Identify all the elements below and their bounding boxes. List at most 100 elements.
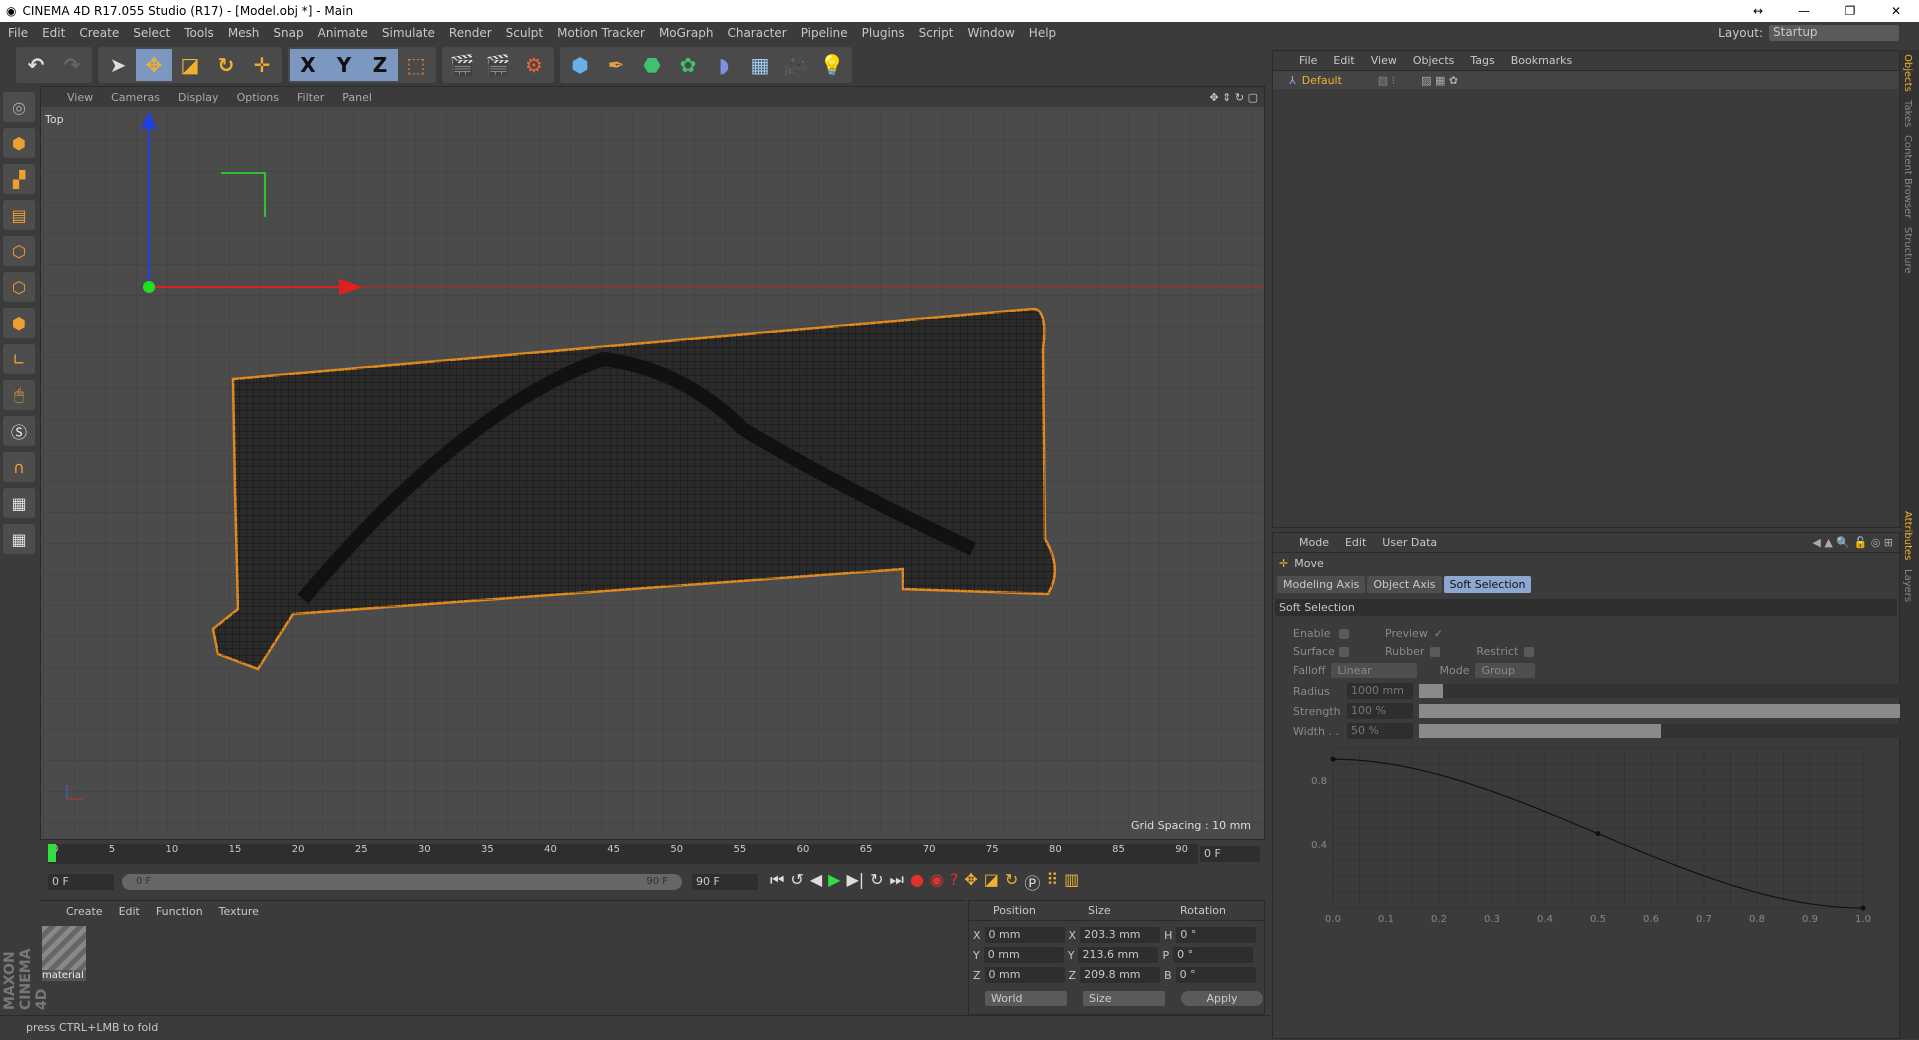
rotation-field[interactable]: 0 ° [1175, 967, 1256, 983]
origin-handle[interactable] [143, 281, 155, 293]
curve-point[interactable] [1595, 831, 1601, 837]
keyframe-selection-icon[interactable]: ? [950, 870, 959, 894]
workplane-icon[interactable]: ▤ [3, 200, 35, 230]
render-picture-viewer-icon[interactable]: 🎬 [480, 49, 516, 81]
close-button[interactable]: ✕ [1873, 0, 1919, 22]
obj-menu-view[interactable]: View [1371, 54, 1397, 67]
tab-attributes[interactable]: Attributes [1900, 507, 1915, 564]
mat-menu-function[interactable]: Function [156, 905, 203, 918]
surface-checkbox[interactable] [1339, 646, 1349, 657]
menu-motion-tracker[interactable]: Motion Tracker [557, 26, 645, 40]
texture-mode-icon[interactable]: ▞ [3, 164, 35, 194]
coordinate-system-icon[interactable]: ⬚ [398, 49, 434, 81]
undo-icon[interactable]: ↶ [18, 49, 54, 81]
model-mode-icon[interactable]: ⬢ [3, 128, 35, 158]
strength-field[interactable]: 100 % [1347, 703, 1413, 719]
tab-layers[interactable]: Layers [1900, 565, 1915, 606]
points-mode-icon[interactable]: ⬡ [3, 236, 35, 266]
x-axis-lock[interactable]: X [290, 49, 326, 81]
falloff-dropdown[interactable]: Linear [1331, 663, 1418, 678]
enable-checkbox[interactable] [1339, 628, 1349, 639]
tab-object-axis[interactable]: Object Axis [1367, 576, 1442, 593]
loop-icon[interactable]: ↻ [870, 870, 883, 894]
pen-icon[interactable]: ✒ [598, 49, 634, 81]
menu-tools[interactable]: Tools [184, 26, 214, 40]
menu-pipeline[interactable]: Pipeline [801, 26, 848, 40]
magnet-icon[interactable]: ∩ [3, 452, 35, 482]
play-icon[interactable]: ▶ [828, 870, 840, 894]
obj-menu-edit[interactable]: Edit [1333, 54, 1354, 67]
width-field[interactable]: 50 % [1347, 723, 1413, 739]
viewport-canvas[interactable]: Top Grid Spacing : 10 mm [43, 109, 1263, 837]
lock-workplane-icon[interactable]: ▦ [3, 488, 35, 518]
prev-key-icon[interactable]: ↺ [790, 870, 803, 894]
material-swatch[interactable]: material [42, 926, 86, 986]
timeline-ruler[interactable]: 051015202530354045505560657075808590 [48, 844, 1198, 864]
tab-modeling-axis[interactable]: Modeling Axis [1277, 576, 1366, 593]
menu-sculpt[interactable]: Sculpt [506, 26, 543, 40]
make-editable-icon[interactable]: ◎ [3, 92, 35, 122]
tab-soft-selection[interactable]: Soft Selection [1443, 576, 1532, 593]
y-axis-lock[interactable]: Y [326, 49, 362, 81]
light-icon[interactable]: 💡 [814, 49, 850, 81]
current-frame-field[interactable]: 0 F [1200, 846, 1260, 862]
menu-mograph[interactable]: MoGraph [659, 26, 714, 40]
curve-point[interactable] [1860, 905, 1866, 911]
timeline-window-icon[interactable]: ▥ [1064, 870, 1079, 894]
obj-menu-bookmarks[interactable]: Bookmarks [1511, 54, 1572, 67]
tab-structure[interactable]: Structure [1900, 223, 1915, 278]
menu-window[interactable]: Window [967, 26, 1014, 40]
menu-snap[interactable]: Snap [273, 26, 303, 40]
vp-menu-view[interactable]: View [67, 91, 93, 104]
recent-tool-icon[interactable]: ✛ [244, 49, 280, 81]
polygons-mode-icon[interactable]: ⬢ [3, 308, 35, 338]
position-field[interactable]: 0 mm [983, 947, 1064, 963]
end-frame-field[interactable]: 90 F [692, 874, 758, 890]
redo-icon[interactable]: ↷ [54, 49, 90, 81]
size-mode-dropdown[interactable]: Size [1083, 991, 1165, 1006]
mat-menu-edit[interactable]: Edit [119, 905, 140, 918]
size-field[interactable]: 213.6 mm [1078, 947, 1159, 963]
attr-menu-edit[interactable]: Edit [1345, 536, 1366, 549]
radius-field[interactable]: 1000 mm [1347, 683, 1413, 699]
menu-render[interactable]: Render [449, 26, 492, 40]
texture-tag-icon[interactable]: ▨ ▦ ✿ [1421, 74, 1458, 87]
tweak-icon[interactable]: 🖱 [3, 380, 35, 410]
menu-mesh[interactable]: Mesh [228, 26, 260, 40]
menu-animate[interactable]: Animate [318, 26, 368, 40]
obj-menu-objects[interactable]: Objects [1413, 54, 1455, 67]
obj-menu-file[interactable]: File [1299, 54, 1317, 67]
obj-menu-tags[interactable]: Tags [1470, 54, 1494, 67]
prev-frame-icon[interactable]: ◀ [810, 870, 822, 894]
menu-simulate[interactable]: Simulate [382, 26, 435, 40]
go-end-icon[interactable]: ⏭ [890, 870, 904, 894]
size-field[interactable]: 203.3 mm [1080, 927, 1161, 943]
scale-tool-icon[interactable]: ◪ [172, 49, 208, 81]
edges-mode-icon[interactable]: ⬡ [3, 272, 35, 302]
minimize-button[interactable]: — [1781, 0, 1827, 22]
width-slider[interactable] [1419, 724, 1903, 738]
visibility-icon[interactable]: ▨ ⁝ [1378, 74, 1395, 87]
playhead[interactable] [48, 844, 56, 862]
tab-objects[interactable]: Objects [1900, 50, 1915, 96]
record-icon[interactable]: ● [910, 870, 924, 894]
key-pla-icon[interactable]: ⠿ [1046, 870, 1058, 894]
vp-menu-cameras[interactable]: Cameras [111, 91, 160, 104]
cube-icon[interactable]: ⬢ [562, 49, 598, 81]
go-start-icon[interactable]: ⏮ [770, 870, 784, 894]
menu-create[interactable]: Create [79, 26, 119, 40]
menu-file[interactable]: File [8, 26, 28, 40]
position-field[interactable]: 0 mm [984, 967, 1065, 983]
array-icon[interactable]: ✿ [670, 49, 706, 81]
attr-nav-icons[interactable]: ◀ ▲ 🔍 🔓 ◎ ⊞ [1812, 536, 1893, 549]
mode-dropdown[interactable]: Group [1475, 663, 1536, 678]
planar-workplane-icon[interactable]: ▦ [3, 524, 35, 554]
move-tool-icon[interactable]: ✥ [136, 49, 172, 81]
floor-icon[interactable]: ▦ [742, 49, 778, 81]
render-view-icon[interactable]: 🎬 [444, 49, 480, 81]
mat-menu-create[interactable]: Create [66, 905, 103, 918]
menu-script[interactable]: Script [919, 26, 954, 40]
attr-menu-user-data[interactable]: User Data [1382, 536, 1437, 549]
z-axis-lock[interactable]: Z [362, 49, 398, 81]
attr-menu-mode[interactable]: Mode [1299, 536, 1329, 549]
